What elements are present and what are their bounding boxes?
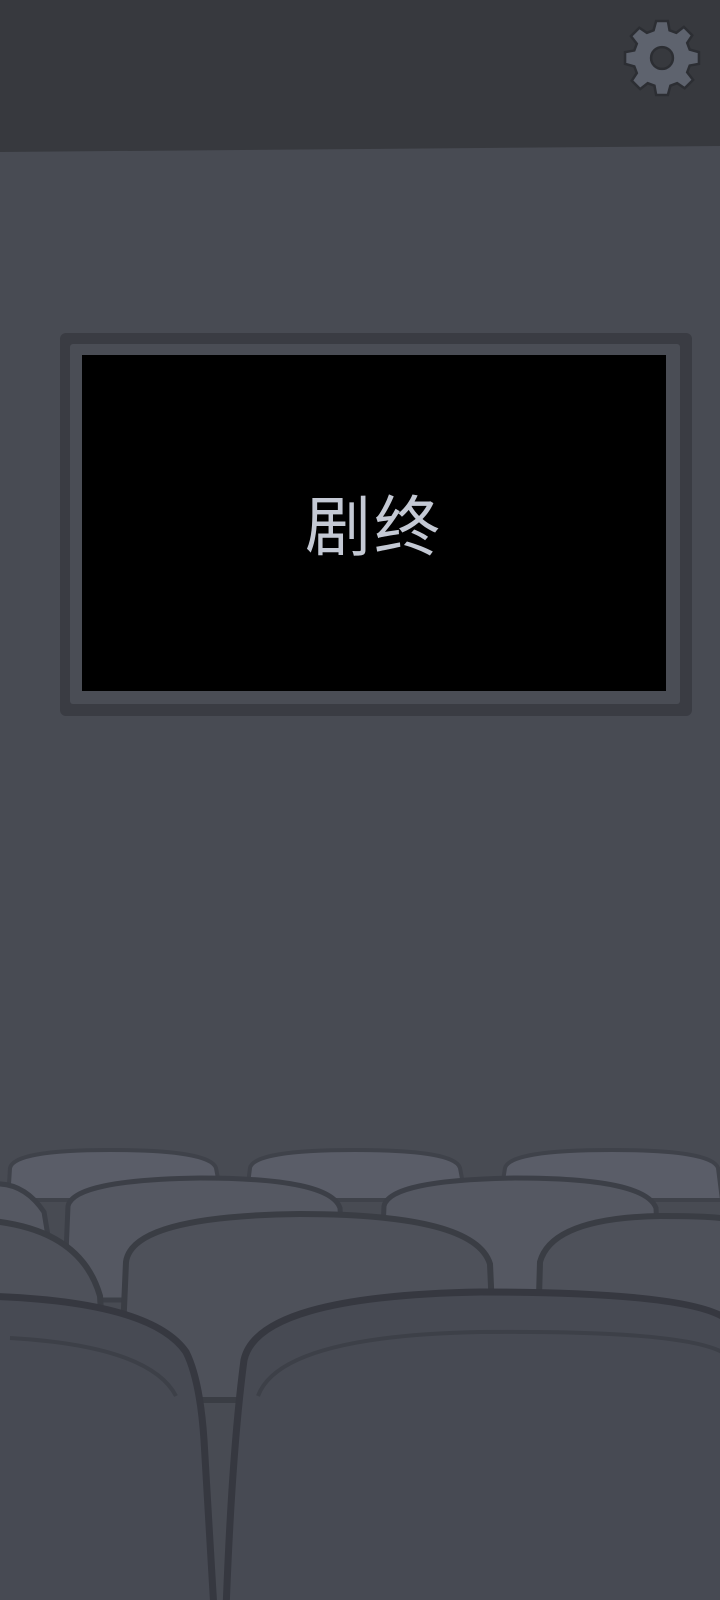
seat [0,1293,217,1600]
seat-row-front [0,1288,720,1600]
settings-button[interactable] [620,16,704,100]
theater-scene-page: 剧终 [0,0,720,1600]
top-bar [0,0,720,152]
theater-scene [0,0,720,1600]
screen-end-text: 剧终 [305,489,443,566]
gear-icon [623,19,701,97]
